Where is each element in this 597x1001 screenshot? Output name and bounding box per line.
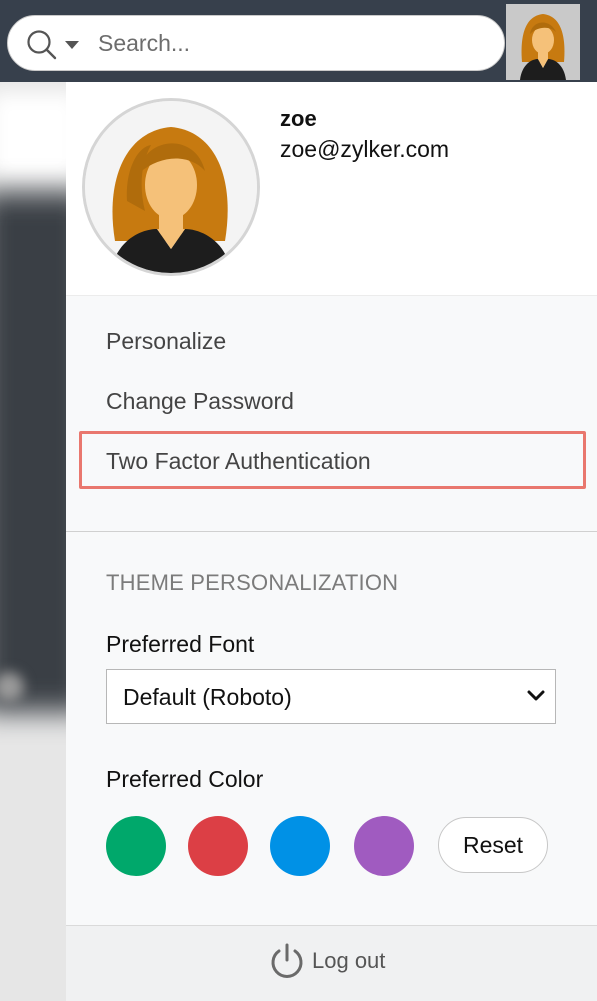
menu-item-personalize[interactable]: Personalize [106,328,226,355]
top-bar [0,0,597,82]
theme-personalization: THEME PERSONALIZATION Preferred Font Def… [66,532,597,925]
search-icon[interactable] [26,29,58,61]
preferred-color-label: Preferred Color [106,766,264,792]
logout-label: Log out [312,948,386,973]
preferred-font-label: Preferred Font [106,631,255,657]
menu-item-change-password[interactable]: Change Password [106,388,294,415]
color-swatch-purple[interactable] [354,816,414,876]
preferred-font-select[interactable]: Default (Roboto) [106,669,556,724]
avatar-icon [85,101,257,273]
profile-header: zoe zoe@zylker.com [66,82,597,295]
reset-button[interactable]: Reset [438,817,548,873]
color-swatch-red[interactable] [188,816,248,876]
panel-footer: Log out [66,925,597,1001]
background-page [0,82,66,1001]
user-name: zoe [280,106,317,131]
account-menu: Personalize Change Password Two Factor A… [66,295,597,531]
menu-item-two-factor-authentication[interactable]: Two Factor Authentication [106,448,371,475]
search-input[interactable] [98,28,488,58]
section-heading: THEME PERSONALIZATION [106,570,399,595]
profile-avatar-button[interactable] [506,4,580,80]
avatar-icon [506,4,580,80]
user-email: zoe@zylker.com [280,136,450,162]
power-icon [271,943,303,978]
profile-dropdown: zoe zoe@zylker.com Personalize Change Pa… [66,82,597,1001]
chevron-down-icon [527,690,545,701]
chevron-down-icon[interactable] [65,40,79,50]
font-select-value: Default (Roboto) [123,684,292,710]
profile-avatar [82,98,260,276]
color-swatch-green[interactable] [106,816,166,876]
color-swatch-blue[interactable] [270,816,330,876]
search-box[interactable] [7,15,505,71]
